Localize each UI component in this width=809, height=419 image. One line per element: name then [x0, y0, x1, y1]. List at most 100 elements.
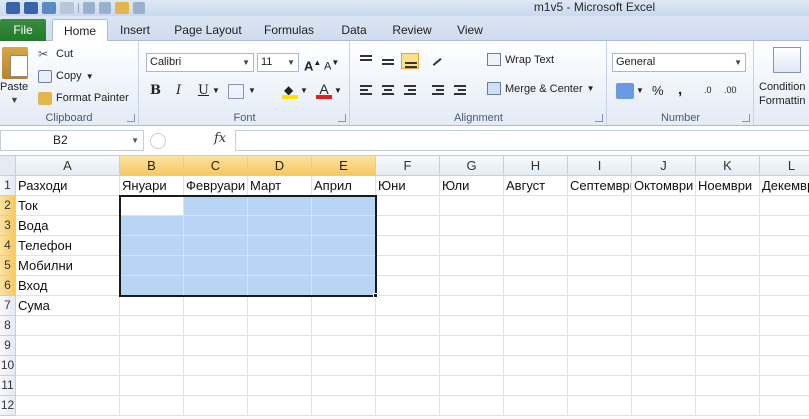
fill-color-icon[interactable]: ◆: [282, 83, 298, 99]
cell-a12[interactable]: [16, 396, 120, 416]
alignment-launcher-icon[interactable]: [595, 114, 603, 122]
paste-dropdown-icon[interactable]: ▼: [10, 95, 19, 105]
cell-j2[interactable]: [632, 196, 696, 216]
cell-l2[interactable]: [760, 196, 809, 216]
cell-d11[interactable]: [248, 376, 312, 396]
orientation-icon[interactable]: [429, 53, 447, 69]
increase-decimal-button[interactable]: .0: [704, 85, 712, 95]
accounting-dropdown-icon[interactable]: ▼: [636, 86, 644, 95]
cell-j3[interactable]: [632, 216, 696, 236]
merge-center-dropdown-icon[interactable]: ▼: [587, 84, 595, 93]
tab-view[interactable]: View: [448, 19, 492, 41]
cell-k11[interactable]: [696, 376, 760, 396]
cell-k4[interactable]: [696, 236, 760, 256]
cell-c1[interactable]: Февруари: [184, 176, 248, 196]
cell-f1[interactable]: Юни: [376, 176, 440, 196]
merge-center-button[interactable]: Merge & Center ▼: [487, 82, 595, 95]
cell-h6[interactable]: [504, 276, 568, 296]
cell-c3[interactable]: [184, 216, 248, 236]
cell-g3[interactable]: [440, 216, 504, 236]
cell-k8[interactable]: [696, 316, 760, 336]
cell-e3[interactable]: [312, 216, 376, 236]
column-header-e[interactable]: E: [312, 156, 376, 176]
number-launcher-icon[interactable]: [742, 114, 750, 122]
cell-d1[interactable]: Март: [248, 176, 312, 196]
cell-a1[interactable]: Разходи: [16, 176, 120, 196]
cell-a6[interactable]: Вход: [16, 276, 120, 296]
cell-f4[interactable]: [376, 236, 440, 256]
column-header-f[interactable]: F: [376, 156, 440, 176]
cell-d10[interactable]: [248, 356, 312, 376]
column-header-l[interactable]: L: [760, 156, 809, 176]
column-header-d[interactable]: D: [248, 156, 312, 176]
clipboard-launcher-icon[interactable]: [127, 114, 135, 122]
cell-h1[interactable]: Август: [504, 176, 568, 196]
cell-c9[interactable]: [184, 336, 248, 356]
cell-j10[interactable]: [632, 356, 696, 376]
cell-h5[interactable]: [504, 256, 568, 276]
cell-j9[interactable]: [632, 336, 696, 356]
cell-g5[interactable]: [440, 256, 504, 276]
cell-k2[interactable]: [696, 196, 760, 216]
cell-f11[interactable]: [376, 376, 440, 396]
cell-b2[interactable]: [120, 196, 184, 216]
copy-button[interactable]: Copy ▼: [38, 68, 94, 84]
cell-b5[interactable]: [120, 256, 184, 276]
cell-e7[interactable]: [312, 296, 376, 316]
cell-c2[interactable]: [184, 196, 248, 216]
font-size-select[interactable]: 11 ▼: [257, 53, 299, 72]
cell-j4[interactable]: [632, 236, 696, 256]
row-header-1[interactable]: 1: [0, 176, 16, 196]
cell-e6[interactable]: [312, 276, 376, 296]
cell-b1[interactable]: Януари: [120, 176, 184, 196]
cell-a9[interactable]: [16, 336, 120, 356]
cell-h4[interactable]: [504, 236, 568, 256]
spreadsheet-grid[interactable]: A B C D E F G H I J K L 1 Разходи Януари Февруари Март Ап…: [0, 156, 809, 419]
cell-e10[interactable]: [312, 356, 376, 376]
cell-j6[interactable]: [632, 276, 696, 296]
align-right-icon[interactable]: [401, 82, 419, 98]
cell-d3[interactable]: [248, 216, 312, 236]
cell-f2[interactable]: [376, 196, 440, 216]
column-header-c[interactable]: C: [184, 156, 248, 176]
cell-c10[interactable]: [184, 356, 248, 376]
cell-f10[interactable]: [376, 356, 440, 376]
cell-c7[interactable]: [184, 296, 248, 316]
top-align-icon[interactable]: [357, 53, 375, 69]
row-header-12[interactable]: 12: [0, 396, 16, 416]
cell-i4[interactable]: [568, 236, 632, 256]
cell-c4[interactable]: [184, 236, 248, 256]
paste-button[interactable]: Paste: [0, 81, 28, 93]
cell-i6[interactable]: [568, 276, 632, 296]
cell-f8[interactable]: [376, 316, 440, 336]
column-header-h[interactable]: H: [504, 156, 568, 176]
grow-font-button[interactable]: A▲: [304, 53, 321, 73]
cell-i5[interactable]: [568, 256, 632, 276]
percent-style-button[interactable]: %: [652, 83, 664, 98]
cell-l3[interactable]: [760, 216, 809, 236]
cell-k1[interactable]: Ноември: [696, 176, 760, 196]
cell-j7[interactable]: [632, 296, 696, 316]
cell-d6[interactable]: [248, 276, 312, 296]
cell-g11[interactable]: [440, 376, 504, 396]
column-header-i[interactable]: I: [568, 156, 632, 176]
row-header-11[interactable]: 11: [0, 376, 16, 396]
cell-b9[interactable]: [120, 336, 184, 356]
cell-l7[interactable]: [760, 296, 809, 316]
cell-i2[interactable]: [568, 196, 632, 216]
cell-e8[interactable]: [312, 316, 376, 336]
borders-icon[interactable]: [228, 84, 244, 99]
cell-d7[interactable]: [248, 296, 312, 316]
cell-g7[interactable]: [440, 296, 504, 316]
cell-h11[interactable]: [504, 376, 568, 396]
cell-b7[interactable]: [120, 296, 184, 316]
cell-d2[interactable]: [248, 196, 312, 216]
formula-bar-expand-icon[interactable]: [150, 133, 166, 149]
conditional-formatting-icon[interactable]: [773, 47, 801, 73]
cell-l4[interactable]: [760, 236, 809, 256]
row-header-4[interactable]: 4: [0, 236, 16, 256]
tab-home[interactable]: Home: [52, 19, 108, 42]
cell-l12[interactable]: [760, 396, 809, 416]
cell-h7[interactable]: [504, 296, 568, 316]
middle-align-icon[interactable]: [379, 53, 397, 69]
